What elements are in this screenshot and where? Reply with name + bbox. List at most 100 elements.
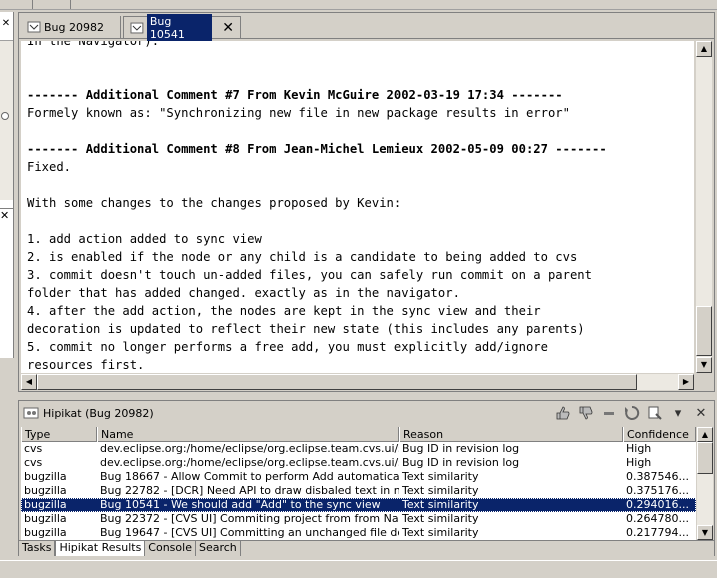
text-line: [27, 212, 694, 230]
cell-type: bugzilla: [24, 512, 67, 525]
text-line: [27, 176, 694, 194]
table-row[interactable]: cvs dev.eclipse.org:/home/eclipse/org.ecl…: [21, 456, 696, 470]
filter-icon[interactable]: [646, 404, 664, 422]
cell-name: Bug 10541 - We should add "Add" to the s…: [100, 498, 381, 511]
left-view-scrollbar[interactable]: [0, 40, 13, 200]
close-icon[interactable]: ✕: [692, 404, 710, 422]
cell-reason: Bug ID in revision log: [402, 442, 520, 455]
cell-name: dev.eclipse.org:/home/eclipse/org.eclips…: [100, 442, 399, 455]
close-icon[interactable]: ✕: [222, 21, 234, 35]
scroll-up-button[interactable]: ▲: [697, 427, 713, 442]
top-toolbar-strip: [0, 0, 717, 10]
refresh-icon[interactable]: [623, 404, 641, 422]
text-line: 1. add action added to sync view: [27, 232, 262, 246]
bug-comments-text[interactable]: In the Navigator). ------- Additional Com…: [21, 41, 694, 373]
radio-icon: [1, 112, 9, 120]
editor-horizontal-scrollbar[interactable]: ◀ ▶: [21, 374, 694, 390]
cell-confidence: 0.264780...: [626, 512, 689, 525]
comment-header-line: ------- Additional Comment #8 From Jean-…: [27, 142, 607, 156]
minus-icon[interactable]: [600, 404, 618, 422]
table-row[interactable]: bugzilla Bug 22372 - [CVS UI] Commiting p…: [21, 512, 696, 526]
text-line: resources first.: [27, 358, 145, 372]
scroll-thumb[interactable]: [697, 442, 713, 474]
text-line: In the Navigator).: [27, 41, 160, 48]
table-row[interactable]: bugzilla Bug 19647 - [CVS UI] Committing …: [21, 526, 696, 540]
cell-confidence: 0.387546...: [626, 470, 689, 483]
text-line: 3. commit doesn't touch un-added files, …: [27, 268, 592, 282]
text-line: 5. commit no longer performs a free add,…: [27, 340, 548, 354]
view-toolbar: ▾ ✕: [554, 404, 710, 422]
cell-confidence: 0.294016...: [626, 498, 689, 511]
tab-label: Bug 10541: [146, 13, 213, 42]
view-menu-icon[interactable]: ▾: [669, 404, 687, 422]
cell-name: Bug 22372 - [CVS UI] Commiting project f…: [100, 512, 399, 525]
close-icon[interactable]: ✕: [0, 209, 13, 222]
editor-vertical-scrollbar[interactable]: ▲ ▼: [696, 41, 712, 373]
scroll-up-button[interactable]: ▲: [696, 41, 712, 57]
cell-name: Bug 19647 - [CVS UI] Committing an uncha…: [100, 526, 399, 539]
scroll-down-button[interactable]: ▼: [696, 357, 712, 373]
status-bar: [0, 560, 717, 578]
cell-confidence: High: [626, 456, 652, 469]
cell-type: bugzilla: [24, 498, 67, 511]
scroll-thumb[interactable]: [696, 306, 712, 356]
text-line: 4. after the add action, the nodes are k…: [27, 304, 541, 318]
table-row[interactable]: bugzilla Bug 10541 - We should add "Add" …: [21, 498, 696, 512]
hipikat-icon: [23, 407, 39, 419]
table-row[interactable]: cvs dev.eclipse.org:/home/eclipse/org.ecl…: [21, 442, 696, 456]
cell-name: dev.eclipse.org:/home/eclipse/org.eclips…: [100, 456, 399, 469]
cell-reason: Text similarity: [402, 498, 479, 511]
table-row[interactable]: bugzilla Bug 22782 - [DCR] Need API to dr…: [21, 484, 696, 498]
cell-type: bugzilla: [24, 484, 67, 497]
column-header-name[interactable]: Name: [97, 427, 399, 442]
table-header: Type Name Reason Confidence: [21, 427, 696, 442]
cell-type: cvs: [24, 456, 43, 469]
left-view-pane-lower: ✕: [0, 208, 14, 358]
column-header-type[interactable]: Type: [21, 427, 97, 442]
column-header-confidence[interactable]: Confidence: [623, 427, 696, 442]
scroll-thumb[interactable]: [37, 374, 637, 390]
cell-confidence: 0.217794...: [626, 526, 689, 539]
text-line: [27, 122, 694, 140]
toolbar-separator: [70, 0, 71, 9]
scroll-down-button[interactable]: ▼: [697, 525, 713, 540]
editor-tabbar: Bug 20982 Bug 10541 ✕: [19, 13, 714, 42]
close-icon[interactable]: ✕: [0, 18, 12, 29]
comment-header-line: ------- Additional Comment #7 From Kevin…: [27, 88, 563, 102]
cell-type: cvs: [24, 442, 43, 455]
cell-reason: Bug ID in revision log: [402, 456, 520, 469]
text-line: Fixed.: [27, 160, 72, 174]
tab-bug-20982[interactable]: Bug 20982: [21, 16, 121, 38]
cell-name: Bug 18667 - Allow Commit to perform Add …: [100, 470, 399, 483]
cell-reason: Text similarity: [402, 512, 479, 525]
tab-search[interactable]: Search: [196, 541, 241, 556]
cell-confidence: High: [626, 442, 652, 455]
tab-tasks[interactable]: Tasks: [19, 541, 56, 556]
thumbs-up-icon[interactable]: [554, 404, 572, 422]
thumbs-down-icon[interactable]: [577, 404, 595, 422]
scroll-left-button[interactable]: ◀: [21, 374, 37, 390]
bug-editor: Bug 20982 Bug 10541 ✕ In the Navigator).…: [18, 12, 715, 392]
table-row[interactable]: bugzilla Bug 18667 - Allow Commit to perf…: [21, 470, 696, 484]
text-line: [27, 68, 694, 86]
table-vertical-scrollbar[interactable]: ▲ ▼: [697, 427, 713, 540]
left-view-pane: ✕: [0, 12, 14, 227]
cell-reason: Text similarity: [402, 526, 479, 539]
text-line: Formely known as: "Synchronizing new fil…: [27, 106, 570, 120]
view-title-bar: Hipikat (Bug 20982) ▾ ✕: [19, 401, 714, 425]
scroll-right-button[interactable]: ▶: [678, 374, 694, 390]
column-header-reason[interactable]: Reason: [399, 427, 623, 442]
tab-hipikat-results[interactable]: Hipikat Results: [55, 541, 146, 556]
bug-icon: [27, 21, 41, 33]
text-line: With some changes to the changes propose…: [27, 196, 402, 210]
cell-reason: Text similarity: [402, 484, 479, 497]
hipikat-view: Hipikat (Bug 20982) ▾ ✕ Type Name Reason…: [18, 400, 715, 556]
tab-bug-10541[interactable]: Bug 10541 ✕: [123, 13, 241, 42]
cell-confidence: 0.375176...: [626, 484, 689, 497]
tab-console[interactable]: Console: [145, 541, 196, 556]
results-table: Type Name Reason Confidence cvs dev.eclip…: [21, 427, 696, 540]
cell-type: bugzilla: [24, 470, 67, 483]
view-title: Hipikat (Bug 20982): [43, 406, 154, 420]
view-tabs: Tasks Hipikat Results Console Search: [19, 540, 714, 556]
cell-type: bugzilla: [24, 526, 67, 539]
